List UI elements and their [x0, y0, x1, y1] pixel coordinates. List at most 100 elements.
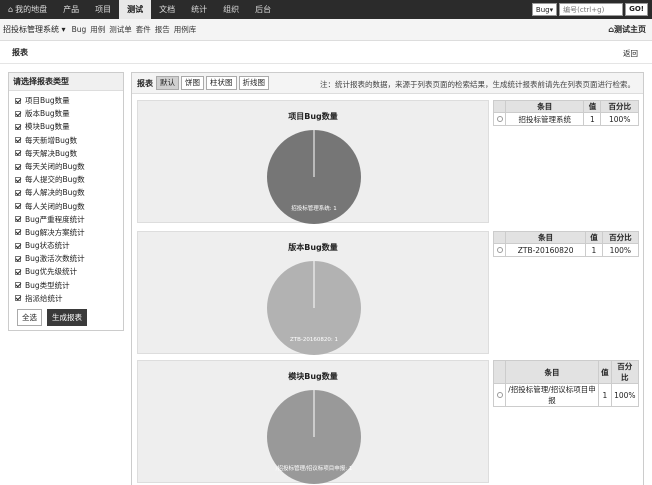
pie-chart-panel: 项目Bug数量 招投标管理系统: 1	[137, 100, 489, 224]
tab-pie[interactable]: 饼图	[181, 76, 204, 90]
report-type-item[interactable]: 每人提交的Bug数	[15, 173, 123, 186]
nav-admin[interactable]: 后台	[247, 0, 279, 19]
nav-doc[interactable]: 文档	[151, 0, 183, 19]
search-input[interactable]	[559, 3, 624, 16]
tab-default[interactable]: 默认	[156, 76, 179, 90]
checkbox[interactable]	[15, 97, 21, 104]
product-switcher[interactable]: 招投标管理系统 ▾	[3, 24, 66, 35]
checkbox[interactable]	[15, 137, 21, 144]
nav-my-dashboard[interactable]: ⌂ 我的地盘	[0, 0, 55, 19]
radio-button[interactable]	[496, 115, 503, 122]
slice-label: /招投标管理/招议标项目申报: 1	[276, 464, 353, 472]
subnav-testtask[interactable]: 测试单	[109, 24, 132, 35]
header-value: 值	[585, 231, 603, 244]
pie-chart: 招投标管理系统: 1	[267, 130, 361, 224]
table-header-row: 条目值百分比	[493, 100, 639, 113]
subnav-bug[interactable]: Bug	[72, 25, 87, 34]
radio-button[interactable]	[496, 246, 503, 253]
back-link[interactable]: 返回	[623, 48, 638, 59]
report-table-wrap: 条目值百分比/招投标管理/招议标项目申报 1 100%	[493, 360, 640, 407]
cell-item: ZTB-20160820	[504, 243, 587, 257]
report-type-item[interactable]: 每人关闭的Bug数	[15, 200, 123, 213]
checkbox[interactable]	[15, 163, 21, 170]
home-icon: ⌂	[8, 5, 14, 14]
caret-down-icon: ▾	[549, 6, 554, 14]
header-blank	[493, 100, 506, 113]
checkbox[interactable]	[15, 242, 21, 249]
report-type-item[interactable]: Bug类型统计	[15, 279, 123, 292]
report-type-item[interactable]: Bug激活次数统计	[15, 252, 123, 265]
tab-line[interactable]: 折线图	[238, 76, 269, 90]
checkbox[interactable]	[15, 295, 21, 302]
subnav-report[interactable]: 报告	[155, 24, 170, 35]
cell-value: 1	[598, 383, 612, 407]
header-item: 条目	[504, 100, 585, 113]
report-type-item[interactable]: 模块Bug数量	[15, 120, 123, 133]
checkbox[interactable]	[15, 282, 21, 289]
row-radio-cell[interactable]	[493, 383, 506, 407]
report-type-label: 每人提交的Bug数	[25, 175, 85, 185]
checkbox[interactable]	[15, 216, 21, 223]
table-row[interactable]: /招投标管理/招议标项目申报 1 100%	[493, 383, 640, 407]
report-type-label: 项目Bug数量	[25, 96, 70, 105]
go-button[interactable]: GO!	[625, 3, 648, 16]
table-header-row: 条目值百分比	[493, 231, 640, 244]
checkbox[interactable]	[15, 176, 21, 183]
checkbox[interactable]	[15, 203, 21, 210]
select-all-button[interactable]: 全选	[17, 309, 42, 326]
report-type-item[interactable]: Bug状态统计	[15, 239, 123, 252]
subnav-caselib[interactable]: 用例库	[174, 24, 197, 35]
report-type-label: 每人关闭的Bug数	[25, 201, 85, 211]
pie-chart: /招投标管理/招议标项目申报: 1	[267, 390, 361, 484]
report-type-item[interactable]: 项目Bug数量	[15, 94, 123, 107]
nav-test[interactable]: 测试	[119, 0, 152, 19]
checkbox[interactable]	[15, 189, 21, 196]
search-type-select[interactable]: Bug▾	[531, 3, 558, 16]
header-blank	[493, 360, 506, 384]
nav-project[interactable]: 项目	[87, 0, 119, 19]
report-type-item[interactable]: 每天解决Bug数	[15, 147, 123, 160]
row-radio-cell[interactable]	[493, 112, 506, 126]
checkbox[interactable]	[15, 123, 21, 130]
report-type-item[interactable]: 每天新增Bug数	[15, 134, 123, 147]
tab-bar[interactable]: 柱状图	[206, 76, 237, 90]
cell-percent: 100%	[600, 112, 639, 126]
header-blank	[493, 231, 506, 244]
nav-product[interactable]: 产品	[55, 0, 87, 19]
radio-button[interactable]	[496, 391, 503, 398]
report-type-item[interactable]: Bug严重程度统计	[15, 213, 123, 226]
report-table-wrap: 条目值百分比 招投标管理系统 1 100%	[493, 100, 639, 126]
report-type-item[interactable]: Bug解决方案统计	[15, 226, 123, 239]
table-row[interactable]: 招投标管理系统 1 100%	[493, 112, 639, 126]
panel-header: 请选择报表类型	[9, 73, 123, 91]
sub-navbar: 招投标管理系统 ▾ Bug 用例 测试单 套件 报告 用例库 ⌂测试主页	[0, 19, 652, 41]
subnav-testcase[interactable]: 用例	[90, 24, 105, 35]
report-type-label: 每天新增Bug数	[25, 135, 78, 145]
header-value: 值	[598, 360, 612, 384]
test-home-link[interactable]: ⌂测试主页	[608, 24, 646, 35]
row-radio-cell[interactable]	[493, 243, 506, 257]
pie-chart-panel: 版本Bug数量 ZTB-20160820: 1	[137, 231, 489, 355]
report-type-item[interactable]: 每人解决的Bug数	[15, 186, 123, 199]
subnav-suite[interactable]: 套件	[136, 24, 151, 35]
checkbox[interactable]	[15, 255, 21, 262]
cell-value: 1	[585, 243, 603, 257]
report-type-item[interactable]: Bug优先级统计	[15, 265, 123, 278]
toolbar-note: 注：统计报表的数据，来源于列表页面的检索结果，生成统计报表前请先在列表页面进行检…	[320, 80, 635, 89]
report-type-item[interactable]: 版本Bug数量	[15, 107, 123, 120]
slice-label: ZTB-20160820: 1	[290, 337, 338, 343]
report-type-item[interactable]: 每天关闭的Bug数	[15, 160, 123, 173]
checkbox[interactable]	[15, 269, 21, 276]
report-type-item[interactable]: 指派给统计	[15, 292, 123, 305]
checkbox[interactable]	[15, 150, 21, 157]
nav-organization[interactable]: 组织	[215, 0, 247, 19]
report-table: 条目值百分比 招投标管理系统 1 100%	[493, 100, 639, 126]
report-type-label: Bug解决方案统计	[25, 227, 85, 237]
nav-statistics[interactable]: 统计	[183, 0, 215, 19]
search-area: Bug▾ GO!	[531, 3, 648, 16]
checkbox[interactable]	[15, 110, 21, 117]
generate-report-button[interactable]: 生成报表	[47, 309, 87, 326]
table-row[interactable]: ZTB-20160820 1 100%	[493, 243, 640, 257]
report-type-label: 模块Bug数量	[25, 122, 70, 132]
checkbox[interactable]	[15, 229, 21, 236]
